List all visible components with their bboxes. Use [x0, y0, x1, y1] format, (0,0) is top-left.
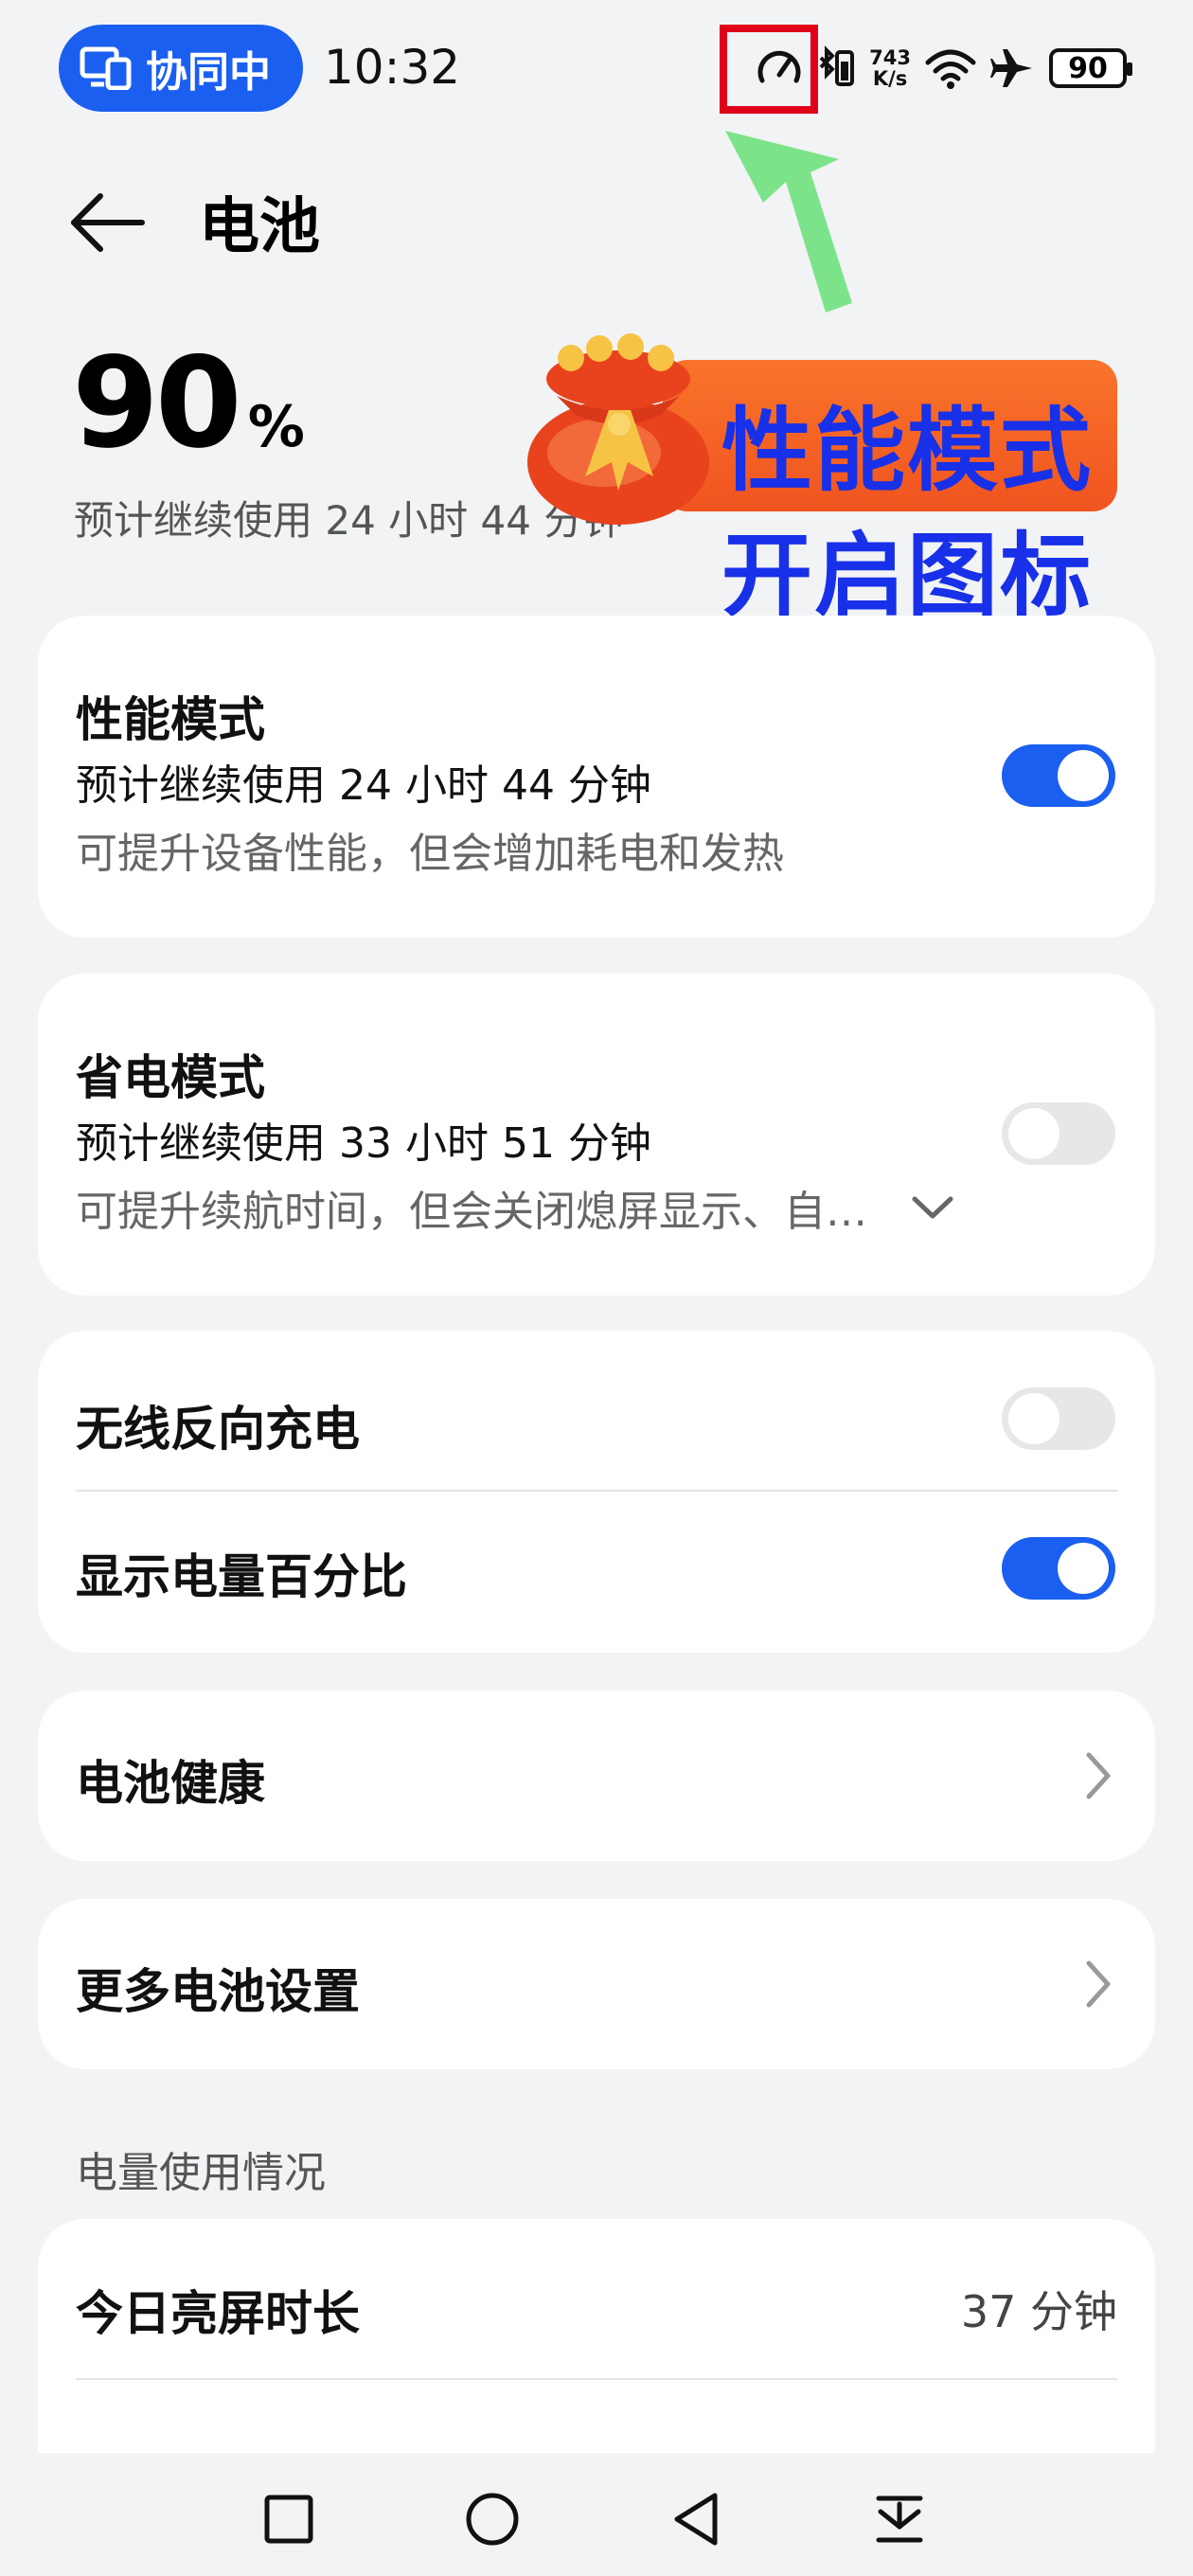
status-time: 10:32 [324, 40, 461, 95]
performance-mode-card[interactable]: 性能模式 预计继续使用 24 小时 44 分钟 可提升设备性能，但会增加耗电和发… [38, 616, 1155, 938]
triangle-back-icon [674, 2493, 718, 2546]
power-saving-toggle[interactable] [1002, 1102, 1115, 1165]
airplane-icon [990, 49, 1032, 87]
toggle-knob [1058, 750, 1109, 801]
square-icon [264, 2495, 313, 2544]
performance-mode-desc: 可提升设备性能，但会增加耗电和发热 [76, 830, 784, 878]
chevron-right-icon [1086, 1960, 1111, 2008]
wireless-reverse-label: 无线反向充电 [76, 1402, 360, 1457]
divider [76, 2378, 1117, 2380]
screen-time-label: 今日亮屏时长 [76, 2286, 360, 2341]
show-percent-label: 显示电量百分比 [76, 1549, 407, 1604]
chevron-right-icon [1086, 1752, 1111, 1799]
collaboration-label: 协同中 [146, 48, 271, 97]
power-saving-estimate: 预计继续使用 33 小时 51 分钟 [76, 1119, 651, 1168]
show-percent-toggle[interactable] [1002, 1537, 1115, 1600]
battery-percent: 90 % [72, 341, 305, 466]
usage-section-title: 电量使用情况 [76, 2149, 326, 2197]
power-saving-title: 省电模式 [76, 1050, 265, 1105]
power-saving-desc: 可提升续航时间，但会关闭熄屏显示、自… [76, 1188, 867, 1236]
network-speed: 743 K/s [869, 46, 911, 90]
navigation-bar [0, 2453, 1193, 2576]
page-title: 电池 [199, 192, 320, 262]
back-button[interactable] [649, 2472, 743, 2567]
wifi-icon [925, 49, 976, 89]
power-saving-card[interactable]: 省电模式 预计继续使用 33 小时 51 分钟 可提升续航时间，但会关闭熄屏显示… [38, 974, 1155, 1296]
performance-mode-toggle[interactable] [1002, 744, 1115, 807]
battery-health-label: 电池健康 [76, 1756, 265, 1811]
multi-device-icon [80, 46, 132, 90]
chevron-down-icon[interactable] [909, 1190, 956, 1227]
bluetooth-battery-icon [819, 45, 855, 86]
wireless-reverse-toggle[interactable] [1002, 1387, 1115, 1450]
notification-pulldown-button[interactable] [852, 2472, 947, 2567]
status-bar: 协同中 10:32 743 K/s 90 [0, 0, 1193, 142]
screen-time-value: 37 分钟 [960, 2286, 1117, 2337]
collaboration-pill[interactable]: 协同中 [59, 25, 303, 112]
toggles-card: 无线反向充电 显示电量百分比 [38, 1331, 1155, 1653]
battery-indicator: 90 [1049, 48, 1132, 88]
title-bar: 电池 [0, 161, 1193, 265]
battery-percent-sign: % [247, 394, 305, 460]
recents-button[interactable] [241, 2472, 336, 2567]
divider [76, 1490, 1117, 1492]
battery-percent-value: 90 [72, 331, 242, 476]
annotation-arrow-icon [725, 131, 852, 313]
performance-mode-estimate: 预计继续使用 24 小时 44 分钟 [76, 761, 651, 810]
pull-down-icon [876, 2496, 923, 2543]
toggle-knob [1058, 1543, 1109, 1594]
more-settings-row[interactable]: 更多电池设置 [38, 1899, 1155, 2069]
performance-mode-title: 性能模式 [76, 692, 265, 747]
back-arrow-icon[interactable] [66, 180, 151, 265]
performance-speedometer-icon [757, 50, 801, 83]
annotation-text-line1: 性能模式 [721, 398, 1093, 504]
more-settings-label: 更多电池设置 [76, 1964, 360, 2019]
toggle-knob [1008, 1393, 1059, 1444]
annotation-text-line2: 开启图标 [721, 523, 1093, 629]
toggle-knob [1008, 1108, 1059, 1159]
circle-icon [466, 2493, 519, 2546]
battery-health-row[interactable]: 电池健康 [38, 1690, 1155, 1861]
home-button[interactable] [445, 2472, 540, 2567]
status-icons: 743 K/s 90 [754, 38, 1132, 98]
money-bag-icon [527, 333, 709, 525]
